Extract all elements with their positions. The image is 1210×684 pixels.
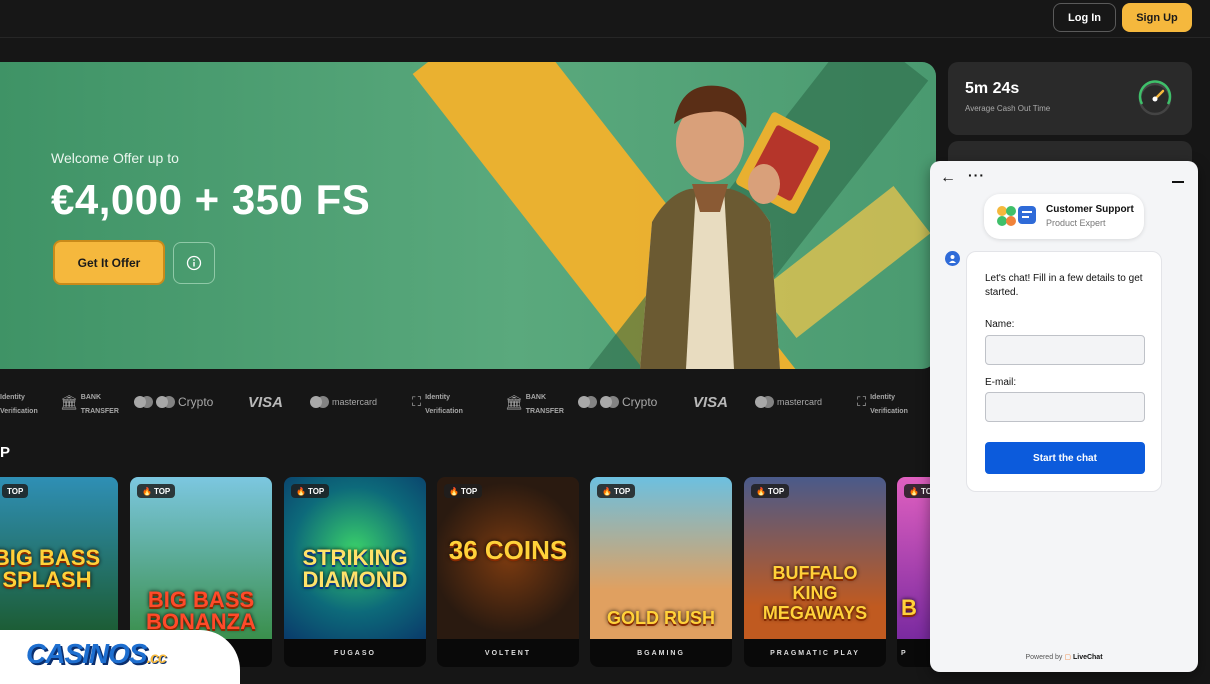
flame-icon: 🔥 bbox=[296, 486, 306, 496]
top-bar: Log In Sign Up bbox=[0, 0, 1210, 38]
game-card[interactable]: 36 COINS VOLTENT 🔥 TOP bbox=[437, 477, 579, 667]
agent-card: Customer Support Product Expert bbox=[984, 194, 1144, 239]
form-intro-text: Let's chat! Fill in a few details to get… bbox=[985, 273, 1143, 298]
powered-by: Powered by ▢ LiveChat bbox=[1025, 654, 1103, 661]
agent-role: Product Expert bbox=[1046, 218, 1106, 228]
top-badge: 🔥 TOP bbox=[751, 484, 790, 498]
adventurer-illustration bbox=[640, 85, 830, 369]
visa-logo: VISA bbox=[248, 393, 284, 411]
login-button[interactable]: Log In bbox=[1053, 3, 1116, 32]
top-badge: 🔥 TOP bbox=[291, 484, 330, 498]
agent-name: Customer Support bbox=[1046, 204, 1134, 215]
mastercard-logo: mastercard bbox=[310, 386, 377, 418]
identity-verification-logo: ⛶ Identity Verification bbox=[857, 394, 908, 415]
top-badge: TOP bbox=[2, 484, 29, 498]
prechat-form: Let's chat! Fill in a few details to get… bbox=[966, 251, 1162, 492]
bank-transfer-logo: 🏛 BANK TRANSFER bbox=[60, 393, 119, 416]
cashout-stat-card: 5m 24s Average Cash Out Time bbox=[948, 62, 1192, 135]
flame-icon: 🔥 bbox=[602, 486, 612, 496]
crypto-logo: Crypto bbox=[578, 386, 657, 418]
visa-logo: VISA bbox=[693, 393, 729, 411]
game-card[interactable]: GOLD RUSH BGAMING 🔥 TOP bbox=[590, 477, 732, 667]
user-avatar-icon bbox=[945, 251, 960, 266]
bank-transfer-logo: 🏛 BANK TRANSFER bbox=[505, 393, 564, 416]
game-card[interactable]: BUFFALO KING MEGAWAYS PRAGMATIC PLAY 🔥 TO… bbox=[744, 477, 886, 667]
crypto-logo: Crypto bbox=[134, 386, 213, 418]
top-badge: 🔥 TOP bbox=[444, 484, 483, 498]
identity-verification-logo: ⛶ Identity Verification bbox=[412, 394, 463, 415]
game-provider: FUGASO bbox=[284, 639, 426, 667]
hero-banner: Welcome Offer up to €4,000 + 350 FS Get … bbox=[0, 62, 936, 369]
back-arrow-icon[interactable]: ← bbox=[940, 169, 956, 187]
cashout-time-label: Average Cash Out Time bbox=[965, 104, 1051, 113]
game-provider: VOLTENT bbox=[437, 639, 579, 667]
game-title: 36 COINS bbox=[448, 535, 568, 565]
livechat-widget: ← ··· Customer Support Product Expert Le… bbox=[930, 161, 1198, 672]
start-chat-button[interactable]: Start the chat bbox=[985, 442, 1145, 474]
info-button[interactable] bbox=[173, 242, 215, 284]
game-title: GOLD RUSH bbox=[607, 608, 715, 628]
game-provider: PRAGMATIC PLAY bbox=[744, 639, 886, 667]
name-label: Name: bbox=[985, 319, 1015, 330]
email-field[interactable] bbox=[985, 392, 1145, 422]
identity-verification-logo: Identity Verification bbox=[0, 394, 38, 415]
livechat-icon: ▢ bbox=[1064, 654, 1072, 661]
top-badge: 🔥 TOP bbox=[597, 484, 636, 498]
section-title: P bbox=[0, 444, 11, 461]
game-card[interactable]: STRIKING DIAMOND FUGASO 🔥 TOP bbox=[284, 477, 426, 667]
get-offer-button[interactable]: Get It Offer bbox=[53, 240, 165, 285]
game-title: BUFFALO KING MEGAWAYS bbox=[762, 563, 868, 623]
site-logo: CASINOS.cc bbox=[26, 638, 167, 669]
info-icon bbox=[186, 255, 202, 271]
mastercard-logo: mastercard bbox=[755, 386, 822, 418]
flame-icon: 🔥 bbox=[142, 486, 152, 496]
cashout-time-value: 5m 24s bbox=[965, 80, 1020, 97]
game-provider: BGAMING bbox=[590, 639, 732, 667]
name-field[interactable] bbox=[985, 335, 1145, 365]
game-title: BIG BASS SPLASH bbox=[0, 545, 101, 592]
flame-icon: 🔥 bbox=[449, 486, 459, 496]
speedometer-icon bbox=[1138, 80, 1172, 116]
more-options-icon[interactable]: ··· bbox=[968, 167, 985, 183]
game-title: STRIKING DIAMOND bbox=[302, 545, 408, 592]
site-logo-badge: CASINOS.cc bbox=[0, 630, 240, 684]
email-label: E-mail: bbox=[985, 377, 1017, 388]
payment-methods-strip: Identity Verification 🏛 BANK TRANSFER Crypt… bbox=[0, 386, 930, 418]
hero-subtitle: Welcome Offer up to bbox=[51, 150, 179, 166]
flame-icon: 🔥 bbox=[909, 486, 919, 496]
hero-title: €4,000 + 350 FS bbox=[51, 176, 371, 223]
flame-icon: 🔥 bbox=[756, 486, 766, 496]
top-badge: 🔥 TOP bbox=[137, 484, 176, 498]
minimize-icon[interactable] bbox=[1172, 181, 1184, 183]
support-logo-icon bbox=[997, 206, 1036, 226]
signup-button[interactable]: Sign Up bbox=[1122, 3, 1192, 32]
game-title: BIG BASS BONANZA bbox=[146, 587, 256, 634]
